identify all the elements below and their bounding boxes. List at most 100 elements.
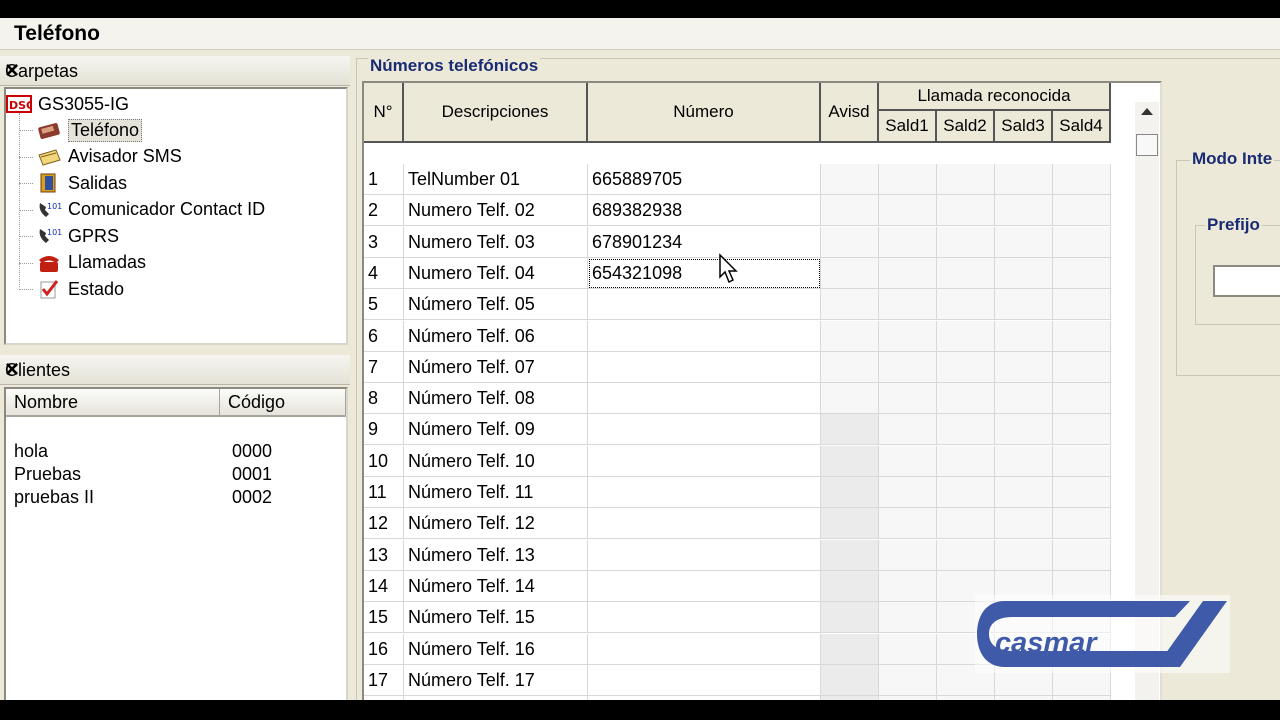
cell-sald1[interactable] [879,257,937,289]
cell-n[interactable]: 14 [364,570,404,602]
tree-item-tel-fono[interactable]: Teléfono [36,117,143,143]
cell-sald4[interactable] [1053,383,1111,415]
cell-sald1[interactable] [879,195,937,227]
cell-sald4[interactable] [1053,195,1111,227]
cell-sald2[interactable] [937,320,995,352]
cell-n[interactable]: 10 [364,445,404,477]
cell-descripcion[interactable]: Numero Telf. 03 [404,226,588,258]
cell-avisd[interactable] [821,383,879,415]
cell-numero[interactable] [588,477,821,508]
client-code[interactable]: 0001 [232,464,272,485]
cell-sald4[interactable] [1053,445,1111,477]
cell-sald3[interactable] [995,195,1053,227]
cell-sald2[interactable] [937,445,995,477]
cell-sald4[interactable] [1053,289,1111,321]
cell-numero[interactable] [588,664,821,696]
cell-n[interactable]: 6 [364,320,404,352]
cell-sald1[interactable] [879,351,937,383]
header-numero[interactable]: Número [588,83,821,143]
prefijo-input[interactable] [1213,265,1280,297]
cell-n[interactable]: 11 [364,477,404,508]
header-descripciones[interactable]: Descripciones [404,83,588,143]
cell-sald1[interactable] [879,414,937,446]
cell-sald2[interactable] [937,289,995,321]
cell-sald1[interactable] [879,164,937,195]
carpetas-close-icon[interactable]: × [5,57,342,85]
cell-avisd[interactable] [821,414,879,446]
cell-sald2[interactable] [937,477,995,508]
cell-avisd[interactable] [821,508,879,540]
cell-avisd[interactable] [821,289,879,321]
cell-sald3[interactable] [995,320,1053,352]
cell-sald4[interactable] [1053,539,1111,571]
cell-sald2[interactable] [937,351,995,383]
cell-sald2[interactable] [937,226,995,258]
cell-numero[interactable]: 678901234 [588,226,821,258]
tree-item-salidas[interactable]: Salidas [36,170,127,196]
cell-descripcion[interactable]: Numero Telf. 02 [404,195,588,227]
cell-avisd[interactable] [821,195,879,227]
cell-numero[interactable]: 654321098 [588,257,821,289]
cell-sald1[interactable] [879,226,937,258]
cell-sald3[interactable] [995,383,1053,415]
cell-descripcion[interactable]: Número Telf. 16 [404,633,588,665]
cell-numero[interactable] [588,602,821,634]
cell-sald1[interactable] [879,445,937,477]
cell-n[interactable]: 13 [364,539,404,571]
header-sald1[interactable]: Sald1 [879,111,937,143]
cell-avisd[interactable] [821,445,879,477]
cell-descripcion[interactable]: Número Telf. 09 [404,414,588,446]
cell-sald4[interactable] [1053,226,1111,258]
cell-descripcion[interactable]: Número Telf. 05 [404,289,588,321]
cell-numero[interactable] [588,320,821,352]
col-nombre[interactable]: Nombre [6,389,220,417]
cell-sald1[interactable] [879,477,937,508]
cell-avisd[interactable] [821,257,879,289]
cell-n[interactable]: 16 [364,633,404,665]
cell-sald4[interactable] [1053,477,1111,508]
cell-sald3[interactable] [995,477,1053,508]
cell-sald1[interactable] [879,602,937,634]
cell-n[interactable]: 3 [364,226,404,258]
scroll-up-arrow-icon[interactable] [1141,108,1153,115]
cell-numero[interactable] [588,351,821,383]
cell-avisd[interactable] [821,164,879,195]
cell-sald3[interactable] [995,539,1053,571]
cell-numero[interactable]: 689382938 [588,195,821,227]
cell-n[interactable]: 7 [364,351,404,383]
cell-sald2[interactable] [937,414,995,446]
cell-sald1[interactable] [879,508,937,540]
cell-avisd[interactable] [821,570,879,602]
header-sald4[interactable]: Sald4 [1053,111,1111,143]
cell-sald3[interactable] [995,445,1053,477]
cell-avisd[interactable] [821,664,879,696]
cell-sald3[interactable] [995,351,1053,383]
cell-descripcion[interactable]: Número Telf. 12 [404,508,588,540]
cell-numero[interactable]: 665889705 [588,164,821,195]
cell-numero[interactable] [588,289,821,321]
cell-sald3[interactable] [995,164,1053,195]
cell-n[interactable]: 9 [364,414,404,446]
cell-sald4[interactable] [1053,320,1111,352]
clientes-close-icon[interactable]: × [5,356,342,384]
cell-descripcion[interactable]: Número Telf. 06 [404,320,588,352]
cell-n[interactable]: 2 [364,195,404,227]
cell-sald4[interactable] [1053,257,1111,289]
cell-numero[interactable] [588,508,821,540]
scroll-thumb[interactable] [1136,134,1158,156]
tree-root[interactable]: DSC GS3055-IG [6,91,129,117]
cell-avisd[interactable] [821,320,879,352]
cell-sald1[interactable] [879,383,937,415]
cell-sald3[interactable] [995,289,1053,321]
cell-avisd[interactable] [821,602,879,634]
header-avisd[interactable]: Avisd [821,83,879,143]
cell-sald3[interactable] [995,226,1053,258]
header-n[interactable]: N° [364,83,404,143]
cell-descripcion[interactable]: Número Telf. 11 [404,477,588,508]
cell-sald2[interactable] [937,508,995,540]
cell-sald1[interactable] [879,570,937,602]
header-sald3[interactable]: Sald3 [995,111,1053,143]
cell-sald2[interactable] [937,195,995,227]
cell-descripcion[interactable]: Número Telf. 08 [404,383,588,415]
cell-descripcion[interactable]: Número Telf. 14 [404,570,588,602]
